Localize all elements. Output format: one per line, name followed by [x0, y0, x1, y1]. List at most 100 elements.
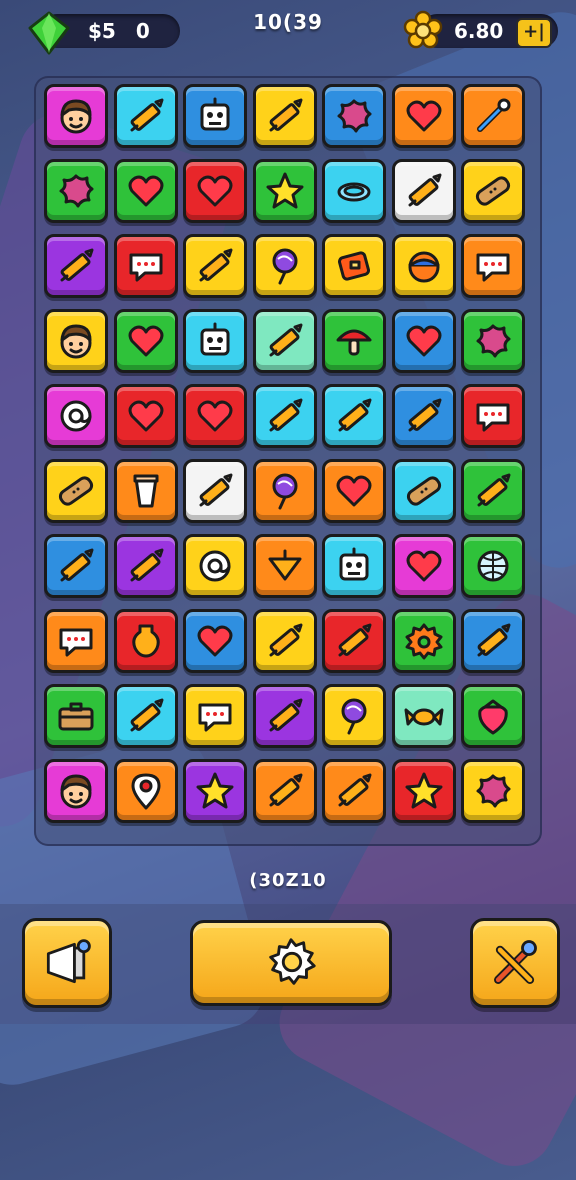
ring-icon [337, 182, 371, 202]
board-tile[interactable] [322, 384, 386, 448]
board-tile[interactable] [252, 159, 317, 223]
board-tile[interactable] [391, 459, 456, 523]
board-tile[interactable] [183, 309, 247, 373]
splat-icon [337, 99, 372, 133]
heart-icon [406, 325, 441, 357]
pencil-icon [477, 623, 511, 657]
board-tile[interactable] [322, 684, 386, 748]
board-tile[interactable] [44, 459, 108, 523]
board-tile[interactable] [391, 234, 456, 298]
board-tile[interactable] [44, 609, 108, 673]
candy-icon [404, 708, 443, 726]
board-tile[interactable] [44, 384, 108, 448]
face-icon [60, 774, 92, 809]
board-tile[interactable] [461, 534, 525, 598]
board-tile[interactable] [183, 234, 247, 298]
board-tile[interactable] [44, 234, 108, 298]
board-tile[interactable] [322, 609, 386, 673]
board-tile[interactable] [322, 534, 386, 598]
board-tile[interactable] [461, 684, 525, 748]
currency-label: $5 [88, 19, 116, 43]
pencil-icon [477, 473, 511, 507]
board-tile[interactable] [252, 684, 317, 748]
board-tile[interactable] [44, 159, 108, 223]
board-tile[interactable] [322, 234, 386, 298]
board-tile[interactable] [44, 84, 108, 148]
board-tile[interactable] [183, 84, 247, 148]
board-tile[interactable] [391, 309, 456, 373]
board-tile[interactable] [322, 84, 386, 148]
board-tile[interactable] [461, 759, 525, 823]
star-icon [266, 172, 303, 209]
board-tile[interactable] [322, 459, 386, 523]
board-tile[interactable] [183, 384, 247, 448]
board-tile[interactable] [113, 159, 178, 223]
board-tile[interactable] [252, 459, 317, 523]
board-tile[interactable] [391, 684, 456, 748]
pin-icon [131, 773, 160, 810]
coin-value: 6.80 [454, 19, 504, 43]
board-tile[interactable] [322, 159, 386, 223]
board-tile[interactable] [461, 609, 525, 673]
board-tile[interactable] [113, 459, 178, 523]
board-tile[interactable] [113, 609, 178, 673]
board-tile[interactable] [44, 309, 108, 373]
board-tile[interactable] [113, 684, 178, 748]
board-tile[interactable] [252, 384, 317, 448]
board-tile[interactable] [461, 234, 525, 298]
pencil-icon [269, 698, 302, 732]
board-tile[interactable] [113, 759, 178, 823]
pencil-icon [408, 173, 441, 207]
board-tile[interactable] [113, 84, 178, 148]
megaphone-button[interactable] [22, 918, 112, 1008]
board-tile[interactable] [183, 684, 247, 748]
board-tile[interactable] [113, 384, 178, 448]
board-tile[interactable] [461, 84, 525, 148]
board-tile[interactable] [113, 234, 178, 298]
board-tile[interactable] [391, 384, 456, 448]
board-tile[interactable] [252, 759, 317, 823]
bubble-icon [59, 628, 93, 657]
board-tile[interactable] [183, 159, 247, 223]
board-tile[interactable] [391, 759, 456, 823]
board-tile[interactable] [252, 234, 317, 298]
lollipop-icon [272, 473, 297, 510]
face-icon [60, 324, 92, 359]
board-tile[interactable] [113, 309, 178, 373]
board-tile[interactable] [461, 309, 525, 373]
score-display: (30Z10 [249, 870, 327, 891]
board-tile[interactable] [44, 759, 108, 823]
heart-icon [128, 400, 163, 432]
board-tile[interactable] [391, 609, 456, 673]
pencil-icon [130, 548, 163, 582]
wallet-icon [337, 251, 371, 281]
board-tile[interactable] [44, 684, 108, 748]
board-tile[interactable] [322, 759, 386, 823]
board-tile[interactable] [183, 459, 247, 523]
top-icon [268, 549, 301, 581]
board-tile[interactable] [183, 759, 247, 823]
board-tile[interactable] [391, 534, 456, 598]
add-coins-button[interactable]: +| [516, 18, 552, 48]
robot-icon [200, 97, 230, 131]
board-tile[interactable] [461, 159, 525, 223]
board-tile[interactable] [391, 159, 456, 223]
pencil-icon [199, 473, 233, 507]
board-tile[interactable] [461, 384, 525, 448]
board-tile[interactable] [113, 534, 178, 598]
board-tile[interactable] [252, 309, 317, 373]
board-tile[interactable] [252, 609, 317, 673]
board-tile[interactable] [322, 309, 386, 373]
board-tile[interactable] [391, 84, 456, 148]
tools-button[interactable] [470, 918, 560, 1008]
board-tile[interactable] [183, 609, 247, 673]
board-tile[interactable] [461, 459, 525, 523]
board-tile[interactable] [183, 534, 247, 598]
settings-button[interactable] [190, 920, 392, 1006]
board-tile[interactable] [252, 84, 317, 148]
star-icon [196, 772, 234, 809]
board-tile[interactable] [252, 534, 317, 598]
heart-icon [128, 175, 163, 207]
board-tile[interactable] [44, 534, 108, 598]
pencil-icon [130, 98, 163, 132]
